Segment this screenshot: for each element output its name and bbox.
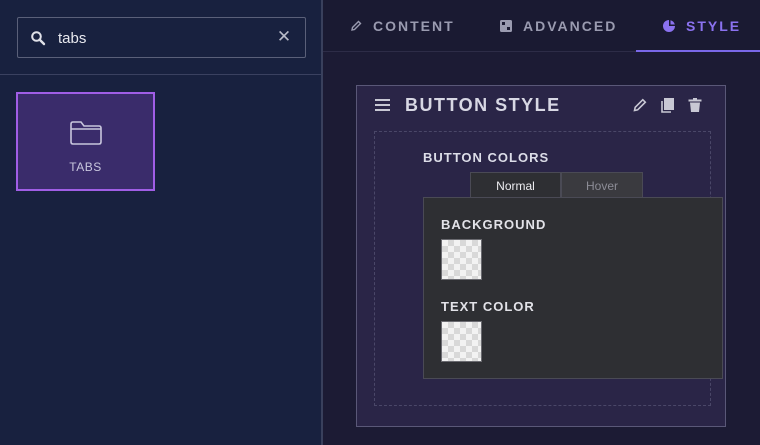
search-input[interactable]	[58, 26, 268, 50]
editor-tabs: CONTENT ADVANCED STYLE	[323, 0, 760, 52]
state-tab-normal-label: Normal	[496, 178, 535, 193]
text-color-label: TEXT COLOR	[441, 299, 535, 314]
state-tab-hover[interactable]: Hover	[561, 172, 643, 198]
widget-label: TABS	[69, 160, 102, 174]
edit-icon[interactable]	[632, 97, 648, 113]
search-icon	[31, 31, 46, 46]
pencil-icon	[351, 20, 362, 31]
drag-handle-icon[interactable]	[375, 99, 390, 111]
button-style-panel: BUTTON STYLE BUTTON COLORS Normal Hover …	[356, 85, 726, 427]
copy-icon[interactable]	[659, 97, 675, 113]
tab-advanced-label: ADVANCED	[523, 18, 618, 34]
clear-search-icon[interactable]: ✕	[275, 28, 293, 46]
search-box[interactable]: ✕	[17, 17, 306, 58]
background-label: BACKGROUND	[441, 217, 547, 232]
background-color-swatch[interactable]	[441, 239, 482, 280]
colors-box: BACKGROUND TEXT COLOR	[423, 197, 723, 379]
editor-panel: CONTENT ADVANCED STYLE BUTTON STYLE BUTT…	[323, 0, 760, 445]
panel-header: BUTTON STYLE	[357, 86, 725, 124]
widget-tile-tabs[interactable]: TABS	[16, 92, 155, 191]
panel-title: BUTTON STYLE	[405, 95, 561, 115]
section-label: BUTTON COLORS	[423, 150, 550, 165]
palette-icon	[663, 20, 675, 32]
trash-icon[interactable]	[687, 97, 703, 113]
grid-icon	[500, 20, 512, 32]
text-color-swatch[interactable]	[441, 321, 482, 362]
tab-advanced[interactable]: ADVANCED	[499, 0, 617, 52]
folder-icon	[70, 121, 102, 145]
state-tab-normal[interactable]: Normal	[470, 172, 561, 198]
active-tab-indicator	[636, 50, 760, 52]
tab-content[interactable]: CONTENT	[349, 0, 455, 52]
state-tab-hover-label: Hover	[585, 178, 618, 193]
widget-sidebar: ✕ TABS	[0, 0, 322, 445]
tab-content-label: CONTENT	[373, 18, 455, 34]
search-area: ✕	[0, 0, 322, 75]
tab-style-label: STYLE	[686, 18, 742, 34]
tab-style[interactable]: STYLE	[636, 0, 760, 52]
